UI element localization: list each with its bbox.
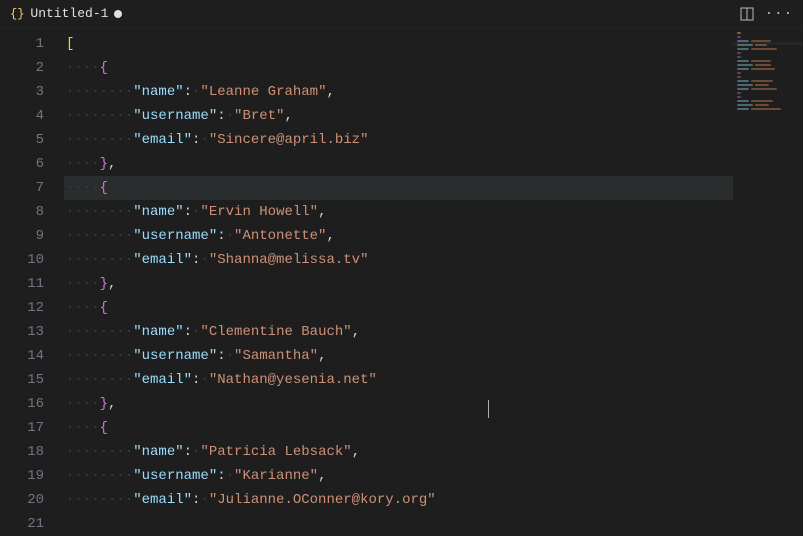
- code-line[interactable]: ····{: [64, 56, 733, 80]
- minimap-line: [737, 56, 799, 58]
- line-number: 6: [0, 152, 64, 176]
- line-number: 5: [0, 128, 64, 152]
- minimap-line: [737, 52, 799, 54]
- split-editor-icon[interactable]: [739, 6, 755, 22]
- minimap-line: [737, 96, 799, 98]
- minimap-line: [737, 76, 799, 78]
- code-line[interactable]: ····{: [64, 416, 733, 440]
- more-actions-icon[interactable]: ···: [765, 6, 793, 22]
- line-number: 17: [0, 416, 64, 440]
- code-line[interactable]: [64, 512, 733, 536]
- minimap-line: [737, 48, 799, 50]
- line-number-gutter: 123456789101112131415161718192021: [0, 28, 64, 519]
- code-line[interactable]: ····},: [64, 272, 733, 296]
- tab-bar: {} Untitled-1 ···: [0, 0, 803, 28]
- code-line[interactable]: ········"username":·"Bret",: [64, 104, 733, 128]
- minimap-line: [737, 92, 799, 94]
- line-number: 11: [0, 272, 64, 296]
- code-line[interactable]: ········"email":·"Shanna@melissa.tv": [64, 248, 733, 272]
- line-number: 14: [0, 344, 64, 368]
- line-number: 15: [0, 368, 64, 392]
- line-number: 18: [0, 440, 64, 464]
- editor[interactable]: 123456789101112131415161718192021 [····{…: [0, 28, 803, 519]
- minimap-line: [737, 36, 799, 38]
- code-line[interactable]: ········"username":·"Karianne",: [64, 464, 733, 488]
- editor-title-actions: ···: [739, 0, 803, 27]
- code-line[interactable]: ····{: [64, 176, 733, 200]
- line-number: 19: [0, 464, 64, 488]
- code-line[interactable]: ········"name":·"Leanne Graham",: [64, 80, 733, 104]
- code-line[interactable]: ····},: [64, 152, 733, 176]
- minimap-line: [737, 108, 799, 110]
- minimap-line: [737, 64, 799, 66]
- minimap-line: [737, 60, 799, 62]
- active-line-highlight: [64, 176, 733, 200]
- line-number: 12: [0, 296, 64, 320]
- minimap-line: [737, 72, 799, 74]
- code-line[interactable]: ········"name":·"Ervin Howell",: [64, 200, 733, 224]
- code-line[interactable]: [: [64, 32, 733, 56]
- code-line[interactable]: ········"username":·"Samantha",: [64, 344, 733, 368]
- minimap-line: [737, 68, 799, 70]
- line-number: 8: [0, 200, 64, 224]
- line-number: 13: [0, 320, 64, 344]
- code-line[interactable]: ········"username":·"Antonette",: [64, 224, 733, 248]
- tab-title: Untitled-1: [30, 6, 108, 21]
- dirty-indicator-icon: [114, 10, 122, 18]
- minimap-line: [737, 80, 799, 82]
- minimap-line: [737, 32, 799, 34]
- minimap-line: [737, 84, 799, 86]
- line-number: 9: [0, 224, 64, 248]
- code-line[interactable]: ········"name":·"Clementine Bauch",: [64, 320, 733, 344]
- code-line[interactable]: ········"name":·"Patricia Lebsack",: [64, 440, 733, 464]
- line-number: 7: [0, 176, 64, 200]
- code-line[interactable]: ········"email":·"Sincere@april.biz": [64, 128, 733, 152]
- json-file-icon: {}: [10, 7, 24, 21]
- code-line[interactable]: ····},: [64, 392, 733, 416]
- line-number: 10: [0, 248, 64, 272]
- line-number: 21: [0, 512, 64, 536]
- code-line[interactable]: ····{: [64, 296, 733, 320]
- editor-tab[interactable]: {} Untitled-1: [0, 0, 132, 27]
- line-number: 4: [0, 104, 64, 128]
- line-number: 1: [0, 32, 64, 56]
- text-cursor: [488, 400, 489, 418]
- line-number: 3: [0, 80, 64, 104]
- line-number: 2: [0, 56, 64, 80]
- code-line[interactable]: ········"email":·"Nathan@yesenia.net": [64, 368, 733, 392]
- line-number: 16: [0, 392, 64, 416]
- line-number: 20: [0, 488, 64, 512]
- minimap-line: [737, 100, 799, 102]
- code-line[interactable]: ········"email":·"Julianne.OConner@kory.…: [64, 488, 733, 512]
- minimap-line: [737, 104, 799, 106]
- code-area[interactable]: [····{········"name":·"Leanne Graham",··…: [64, 28, 733, 519]
- minimap[interactable]: [733, 28, 803, 519]
- minimap-line: [737, 88, 799, 90]
- minimap-viewport: [733, 42, 803, 45]
